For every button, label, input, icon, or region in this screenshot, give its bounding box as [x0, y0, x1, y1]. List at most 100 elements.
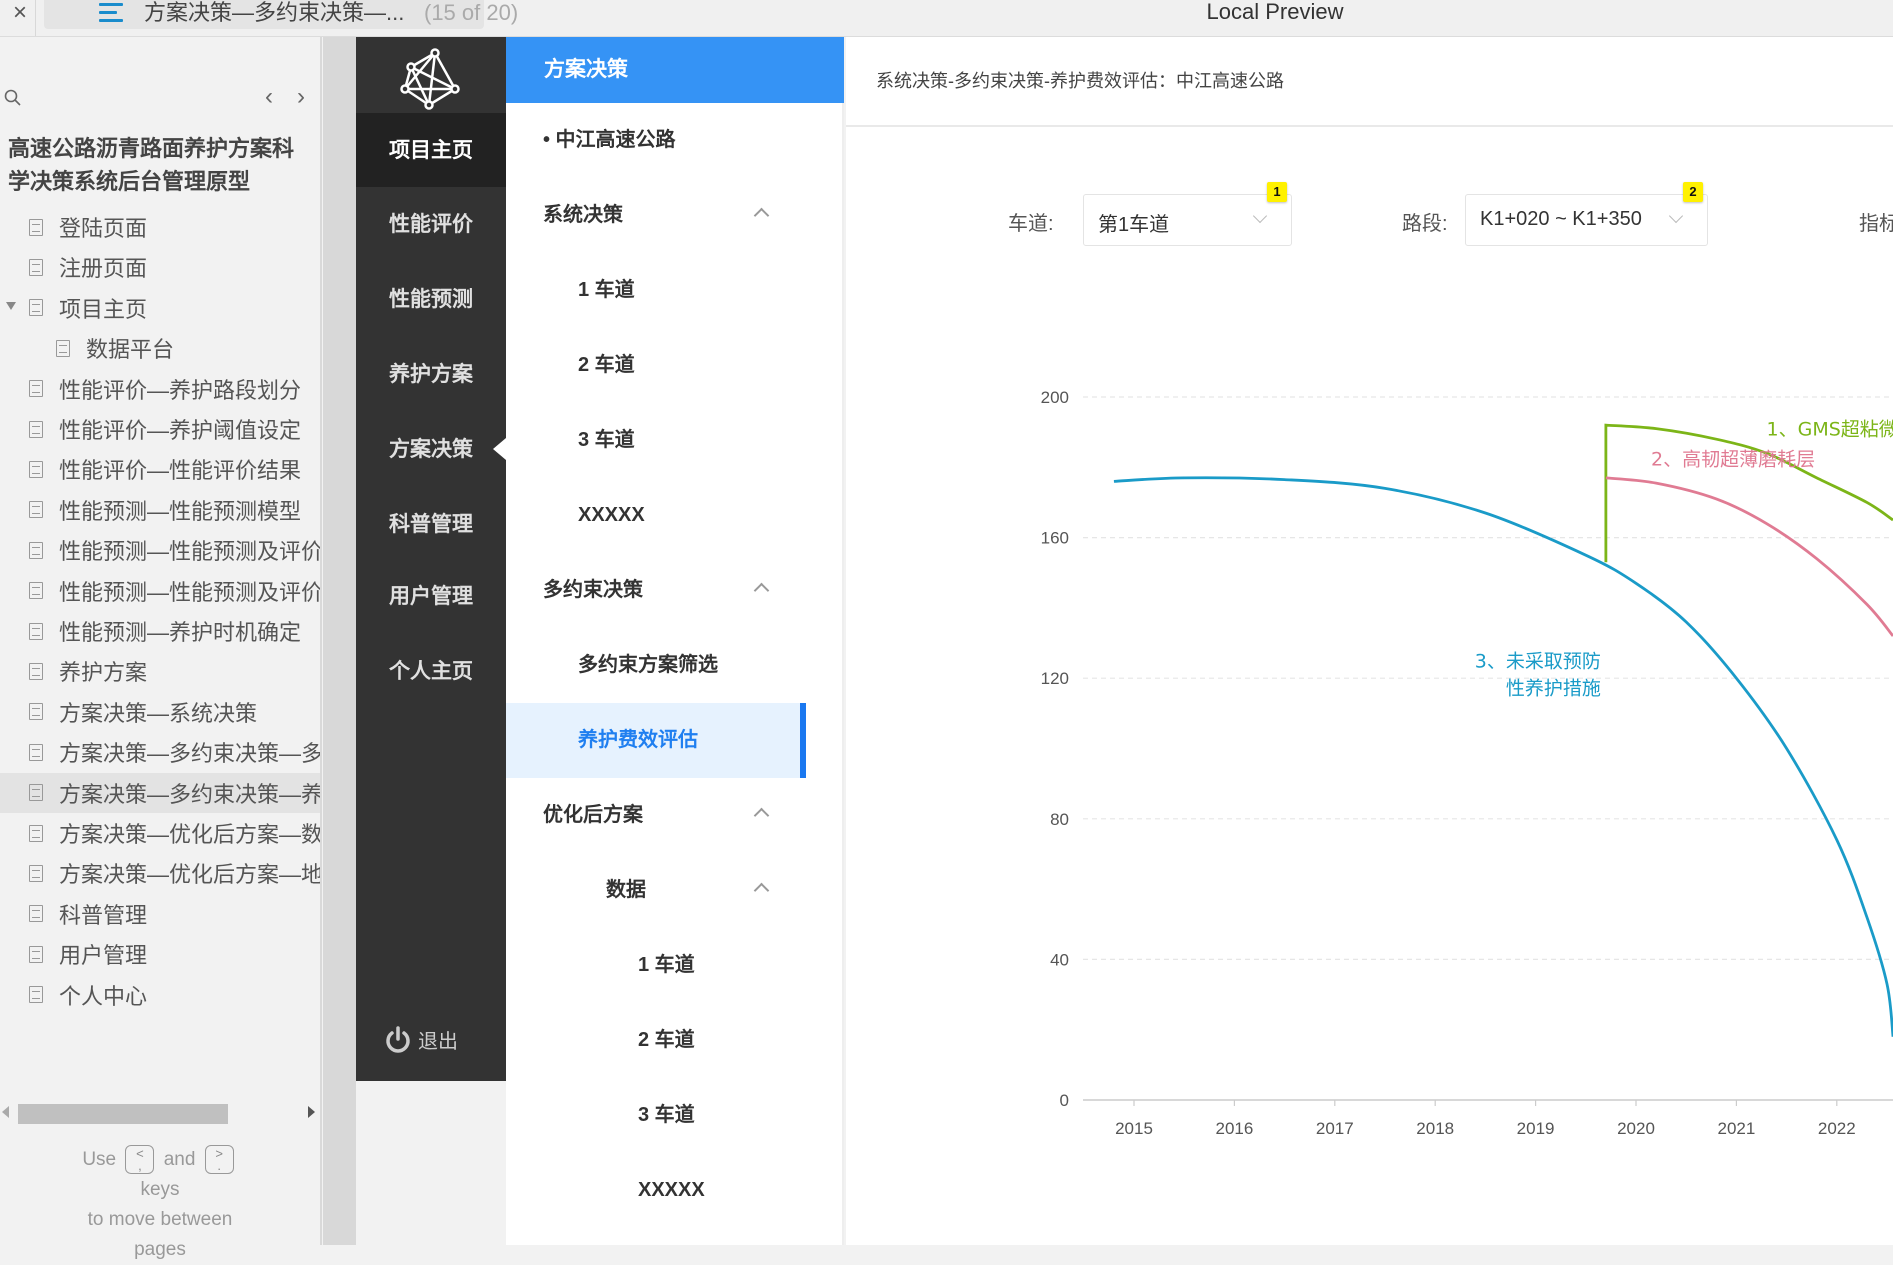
submenu-item[interactable]: 数据 [506, 853, 806, 928]
outline-item-label: 性能预测—养护时机确定 [59, 620, 302, 645]
submenu-item[interactable]: XXXXX [506, 478, 806, 553]
nav-item[interactable]: 性能预测 [356, 262, 506, 337]
series-annotation: 性养护措施 [1506, 678, 1601, 700]
outline-item[interactable]: 方案决策—优化后方案—数据 [0, 813, 320, 853]
submenu-item-label: 1 车道 [578, 279, 635, 301]
x-tick-label: 2022 [1818, 1119, 1856, 1138]
series-line [1113, 476, 1893, 1037]
outline-item[interactable]: 项目主页 [0, 288, 320, 328]
page-selector[interactable]: 方案决策—多约束决策—... (15 of 20) [44, 0, 518, 29]
nav-item[interactable]: 方案决策 [356, 412, 506, 487]
outline-item[interactable]: 数据平台 [0, 328, 320, 368]
nav-item-label: 个人主页 [389, 660, 473, 683]
submenu-item[interactable]: 3 车道 [506, 403, 806, 478]
outline-item-label: 方案决策—多约束决策—多约 [59, 741, 320, 767]
series-line [1605, 476, 1893, 637]
page-outline-panel: ‹ › 高速公路沥青路面养护方案科学决策系统后台管理原型 登陆页面 注册页面 项目主… [0, 37, 322, 1260]
submenu-item[interactable]: 1 车道 [506, 928, 806, 1003]
outline-item[interactable]: 登陆页面 [0, 207, 320, 247]
chevron-up-icon[interactable] [753, 582, 770, 599]
outline-item[interactable]: 方案决策—多约束决策—养护 [0, 772, 320, 813]
submenu-item-label: 3 车道 [638, 1104, 695, 1126]
expand-caret-icon[interactable] [6, 301, 16, 310]
outline-item[interactable]: 用户管理 [0, 934, 320, 974]
submenu-item-label: 数据 [606, 879, 646, 901]
x-tick-label: 2016 [1215, 1119, 1253, 1138]
search-icon[interactable] [4, 89, 22, 107]
comma-key-icon: <, [125, 1145, 155, 1175]
outline-item[interactable]: 方案决策—系统决策 [0, 692, 320, 732]
outline-item[interactable]: 性能预测—养护时机确定 [0, 611, 320, 651]
menu-icon[interactable] [99, 3, 123, 23]
scrollbar-thumb[interactable] [18, 1104, 228, 1124]
chevron-up-icon[interactable] [753, 807, 770, 824]
page-icon [29, 380, 43, 398]
outline-item[interactable]: 方案决策—多约束决策—多约 [0, 732, 320, 772]
page-count: (15 of 20) [424, 0, 519, 25]
page-icon [29, 622, 43, 640]
x-tick-label: 2017 [1316, 1119, 1354, 1138]
x-tick-label: 2020 [1617, 1119, 1655, 1138]
chevron-up-icon[interactable] [753, 882, 770, 899]
outline-item[interactable]: 注册页面 [0, 247, 320, 287]
chevron-up-icon[interactable] [753, 207, 770, 224]
next-page-button[interactable]: › [290, 83, 312, 111]
submenu-item-label: XXXXX [578, 504, 645, 526]
outline-item[interactable]: 性能评价—养护阈值设定 [0, 409, 320, 449]
nav-item[interactable]: 养护方案 [356, 337, 506, 412]
submenu-item[interactable]: 3 车道 [506, 1078, 806, 1153]
outline-item[interactable]: 科普管理 [0, 894, 320, 934]
nav-item-label: 用户管理 [389, 585, 473, 608]
submenu-item[interactable]: 系统决策 [506, 178, 806, 253]
outline-item-label: 注册页面 [59, 256, 148, 282]
outline-item-label: 用户管理 [59, 943, 148, 969]
network-logo-icon [400, 48, 460, 110]
outline-item-label: 性能评价—性能评价结果 [59, 458, 302, 484]
outline-item-label: 数据平台 [86, 337, 175, 363]
submenu-item[interactable]: 2 车道 [506, 328, 806, 403]
page-icon [29, 824, 43, 842]
title-bar: × 方案决策—多约束决策—... (15 of 20) Local Previe… [0, 0, 1893, 37]
outline-item-label: 性能评价—养护阈值设定 [59, 418, 302, 443]
close-icon[interactable]: × [6, 0, 34, 30]
outline-item[interactable]: 性能预测—性能预测及评价- [0, 530, 320, 570]
submenu-item-label: 多约束决策 [543, 579, 643, 601]
submenu-item[interactable]: 优化后方案 [506, 778, 806, 853]
help-use: Use [82, 1149, 117, 1170]
page-icon [29, 501, 43, 519]
y-tick-label: 0 [1060, 1091, 1069, 1110]
nav-item[interactable]: 项目主页 [356, 113, 506, 187]
outline-item[interactable]: 性能评价—养护路段划分 [0, 369, 320, 409]
horizontal-scrollbar[interactable] [0, 1101, 320, 1125]
submenu-item[interactable]: 多约束方案筛选 [506, 628, 806, 703]
nav-item[interactable]: 用户管理 [356, 559, 506, 634]
submenu-item-label: 3 车道 [578, 429, 635, 451]
road-item[interactable]: • 中江高速公路 [506, 103, 806, 178]
scroll-left-arrow-icon[interactable] [2, 1106, 9, 1118]
outline-item[interactable]: 个人中心 [0, 975, 320, 1015]
nav-item[interactable]: 性能评价 [356, 187, 506, 262]
scroll-right-arrow-icon[interactable] [308, 1106, 315, 1118]
active-indicator [800, 703, 806, 778]
prev-page-button[interactable]: ‹ [258, 83, 280, 111]
series-annotation: 1、GMS超粘微 [1767, 419, 1893, 441]
submenu-item[interactable]: 2 车道 [506, 1003, 806, 1078]
submenu-item[interactable]: 多约束决策 [506, 553, 806, 628]
submenu-item-label: 养护费效评估 [578, 729, 698, 751]
divider [35, 0, 36, 36]
submenu-item-label: 系统决策 [543, 204, 623, 226]
outline-item[interactable]: 养护方案 [0, 651, 320, 691]
nav-item[interactable]: 个人主页 [356, 634, 506, 709]
submenu-item[interactable]: XXXXX [506, 1153, 806, 1228]
outline-item[interactable]: 方案决策—优化后方案—地图 [0, 853, 320, 893]
period-key-icon: >. [204, 1145, 234, 1175]
logout-button[interactable]: 退出 [384, 1025, 458, 1054]
x-tick-label: 2015 [1115, 1119, 1153, 1138]
submenu-item[interactable]: 1 车道 [506, 253, 806, 328]
y-tick-label: 80 [1050, 810, 1069, 829]
nav-item[interactable]: 科普管理 [356, 487, 506, 562]
submenu-item[interactable]: 养护费效评估 [506, 703, 806, 778]
outline-item[interactable]: 性能评价—性能评价结果 [0, 449, 320, 489]
outline-item[interactable]: 性能预测—性能预测模型 [0, 490, 320, 530]
outline-item[interactable]: 性能预测—性能预测及评价- [0, 571, 320, 611]
